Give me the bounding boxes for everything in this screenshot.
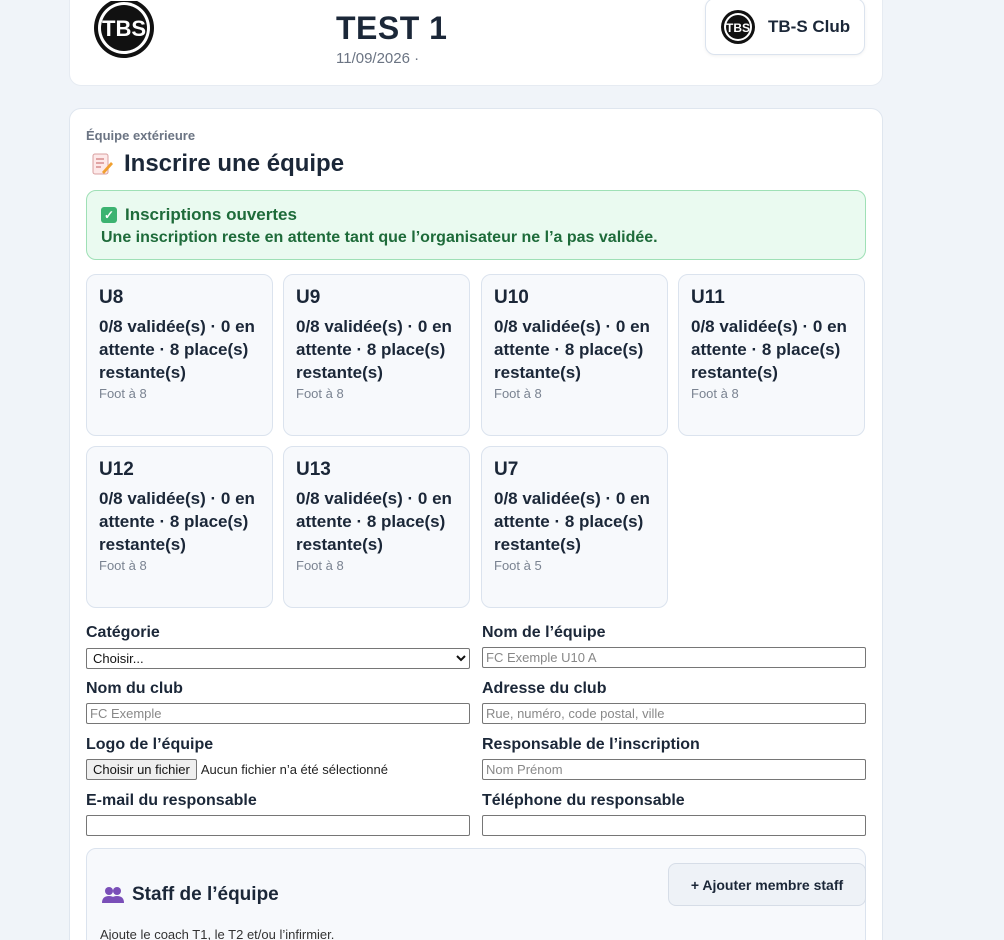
staff-title-text: Staff de l’équipe [132,884,279,905]
email-input[interactable] [86,815,470,836]
badge-logo-text: TBS [726,21,750,35]
category-stats: 0/8 validée(s) · 0 en attente · 8 place(… [494,317,650,382]
alert-text: Une inscription reste en attente tant qu… [101,229,658,246]
category-select[interactable]: Choisir... [86,648,470,669]
club-address-input[interactable] [482,703,866,724]
category-stats: 0/8 validée(s) · 0 en attente · 8 place(… [494,489,650,554]
event-title: TEST 1 [336,10,448,46]
section-eyebrow: Équipe extérieure [86,128,196,143]
category-format: Foot à 8 [494,386,542,401]
category-format: Foot à 8 [99,386,147,401]
category-stats: 0/8 validée(s) · 0 en attente · 8 place(… [296,317,452,382]
club-logo: TBS [90,0,158,60]
alert-title: ✓ Inscriptions ouvertes [101,205,865,225]
category-stats: 0/8 validée(s) · 0 en attente · 8 place(… [296,489,452,554]
category-format: Foot à 5 [494,558,542,573]
category-stats: 0/8 validée(s) · 0 en attente · 8 place(… [691,317,847,382]
club-address-label: Adresse du club [482,680,607,697]
category-card-u10: U10 0/8 validée(s) · 0 en attente · 8 pl… [481,274,668,436]
manager-input[interactable] [482,759,866,780]
add-staff-button[interactable]: + Ajouter membre staff [668,863,866,906]
category-name: U11 [691,287,725,308]
category-card-u13: U13 0/8 validée(s) · 0 en attente · 8 pl… [283,446,470,608]
category-name: U13 [296,459,331,480]
category-format: Foot à 8 [691,386,739,401]
club-name-input[interactable] [86,703,470,724]
club-logo-icon: TBS [721,9,755,44]
category-label: Catégorie [86,624,160,641]
category-format: Foot à 8 [296,386,344,401]
category-format: Foot à 8 [296,558,344,573]
section-title-text: Inscrire une équipe [124,150,345,177]
logo-text: TBS [102,16,146,41]
category-stats: 0/8 validée(s) · 0 en attente · 8 place(… [99,489,255,554]
category-name: U12 [99,459,134,480]
people-icon [102,887,124,903]
category-card-u8: U8 0/8 validée(s) · 0 en attente · 8 pla… [86,274,273,436]
file-status: Aucun fichier n’a été sélectionné [200,762,389,777]
category-format: Foot à 8 [99,558,147,573]
event-date: 11/09/2026 · [336,50,420,67]
alert-title-text: Inscriptions ouvertes [125,205,297,224]
memo-icon [92,153,113,175]
club-name: TB-S Club [768,16,851,36]
phone-input[interactable] [482,815,866,836]
category-card-u7: U7 0/8 validée(s) · 0 en attente · 8 pla… [481,446,668,608]
category-name: U7 [494,459,519,480]
choose-file-button[interactable]: Choisir un fichier [86,759,197,780]
email-label: E-mail du responsable [86,792,257,809]
category-card-u12: U12 0/8 validée(s) · 0 en attente · 8 pl… [86,446,273,608]
category-name: U9 [296,287,321,308]
team-name-label: Nom de l’équipe [482,624,606,641]
section-title: Inscrire une équipe [90,150,344,178]
club-badge[interactable]: TBS TB-S Club [705,0,865,55]
phone-label: Téléphone du responsable [482,792,685,809]
category-stats: 0/8 validée(s) · 0 en attente · 8 place(… [99,317,255,382]
category-card-u11: U11 0/8 validée(s) · 0 en attente · 8 pl… [678,274,865,436]
team-logo-label: Logo de l’équipe [86,736,214,753]
team-logo-file-field: Choisir un fichier Aucun fichier n’a été… [86,759,388,780]
manager-label: Responsable de l’inscription [482,736,700,753]
registration-open-alert: ✓ Inscriptions ouvertes Une inscription … [86,190,866,260]
check-icon: ✓ [101,207,117,223]
team-name-input[interactable] [482,647,866,668]
tbs-logo-icon: TBS [94,1,154,58]
category-card-u9: U9 0/8 validée(s) · 0 en attente · 8 pla… [283,274,470,436]
category-name: U10 [494,287,529,308]
staff-help-text: Ajoute le coach T1, le T2 et/ou l’infirm… [100,927,335,940]
category-name: U8 [99,287,124,308]
staff-title: Staff de l’équipe [102,884,279,906]
club-name-label: Nom du club [86,680,183,697]
